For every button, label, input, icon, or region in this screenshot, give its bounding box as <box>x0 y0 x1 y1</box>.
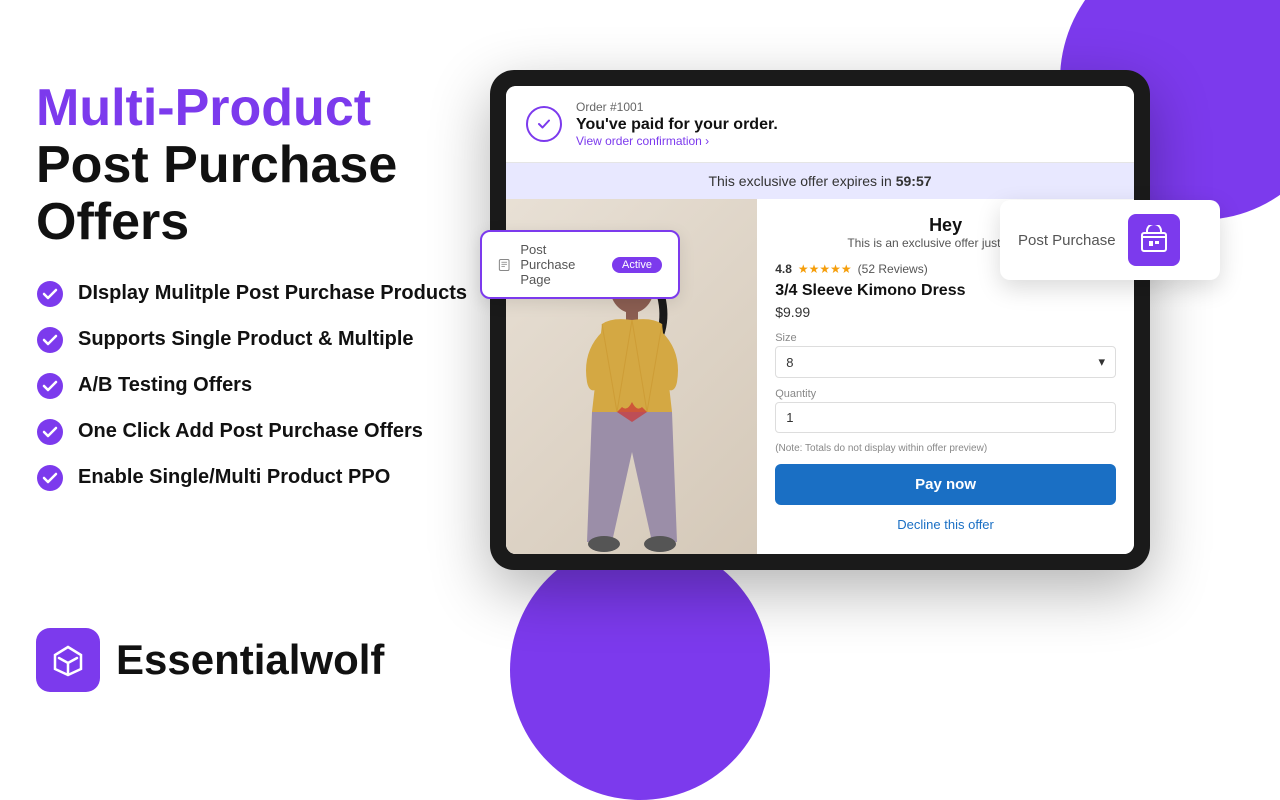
brand-bar: Essentialwolf <box>36 628 384 692</box>
quantity-value: 1 <box>786 410 793 425</box>
check-icon-4 <box>36 418 64 446</box>
tablet-frame: Order #1001 You've paid for your order. … <box>490 70 1150 570</box>
order-header: Order #1001 You've paid for your order. … <box>506 86 1134 163</box>
feature-item-4: One Click Add Post Purchase Offers <box>36 418 496 446</box>
quantity-label: Quantity <box>775 388 1116 400</box>
floating-card-left: Post Purchase Page Active <box>480 230 680 299</box>
note-text: (Note: Totals do not display within offe… <box>775 443 1116 454</box>
order-number: Order #1001 <box>576 100 778 114</box>
check-icon-1 <box>36 280 64 308</box>
checkmark-icon <box>535 115 553 133</box>
rating-score: 4.8 <box>775 262 792 276</box>
product-price: $9.99 <box>775 304 1116 320</box>
size-label: Size <box>775 332 1116 344</box>
feature-item-1: DIsplay Mulitple Post Purchase Products <box>36 280 496 308</box>
reviews-count: (52 Reviews) <box>858 262 928 276</box>
floating-card-right: Post Purchase <box>1000 200 1220 280</box>
post-purchase-icon-large <box>1128 214 1180 266</box>
product-name: 3/4 Sleeve Kimono Dress <box>775 282 1116 300</box>
feature-item-3: A/B Testing Offers <box>36 372 496 400</box>
store-icon <box>1139 225 1169 255</box>
size-field: Size 8 ▾ <box>775 332 1116 378</box>
dropdown-arrow: ▾ <box>1098 354 1105 370</box>
pay-now-button[interactable]: Pay now <box>775 464 1116 505</box>
active-badge: Active <box>612 257 662 273</box>
order-check-circle <box>526 106 562 142</box>
floating-card-right-label: Post Purchase <box>1018 232 1116 249</box>
order-title: You've paid for your order. <box>576 116 778 134</box>
page-icon <box>498 256 510 274</box>
stars: ★★★★★ <box>798 262 852 276</box>
feature-item-5: Enable Single/Multi Product PPO <box>36 464 496 492</box>
size-value: 8 <box>786 355 793 370</box>
quantity-input[interactable]: 1 <box>775 402 1116 433</box>
brand-logo <box>36 628 100 692</box>
feature-list: DIsplay Mulitple Post Purchase Products … <box>36 280 496 492</box>
order-link[interactable]: View order confirmation › <box>576 134 778 148</box>
tablet-screen: Order #1001 You've paid for your order. … <box>506 86 1134 554</box>
timer-value: 59:57 <box>896 173 932 189</box>
decline-offer-link[interactable]: Decline this offer <box>775 513 1116 536</box>
left-panel: Multi-Product Post Purchase Offers DIspl… <box>36 80 496 492</box>
headline-line2: Post Purchase <box>36 136 397 194</box>
brand-icon <box>49 641 87 679</box>
check-icon-2 <box>36 326 64 354</box>
check-icon-5 <box>36 464 64 492</box>
device-container: Post Purchase Page Active Post Purchase <box>490 70 1190 570</box>
order-info: Order #1001 You've paid for your order. … <box>576 100 778 148</box>
bg-circle-bottom-center <box>510 540 770 800</box>
main-headline: Multi-Product Post Purchase Offers <box>36 80 496 252</box>
headline-line3: Offers <box>36 193 189 251</box>
floating-card-left-label: Post Purchase Page <box>520 242 602 287</box>
timer-banner: This exclusive offer expires in 59:57 <box>506 163 1134 199</box>
brand-name: Essentialwolf <box>116 636 384 684</box>
check-icon-3 <box>36 372 64 400</box>
feature-item-2: Supports Single Product & Multiple <box>36 326 496 354</box>
timer-label: This exclusive offer expires in <box>708 173 891 189</box>
headline-line1: Multi-Product <box>36 79 371 137</box>
quantity-field: Quantity 1 <box>775 388 1116 433</box>
size-input[interactable]: 8 ▾ <box>775 346 1116 378</box>
